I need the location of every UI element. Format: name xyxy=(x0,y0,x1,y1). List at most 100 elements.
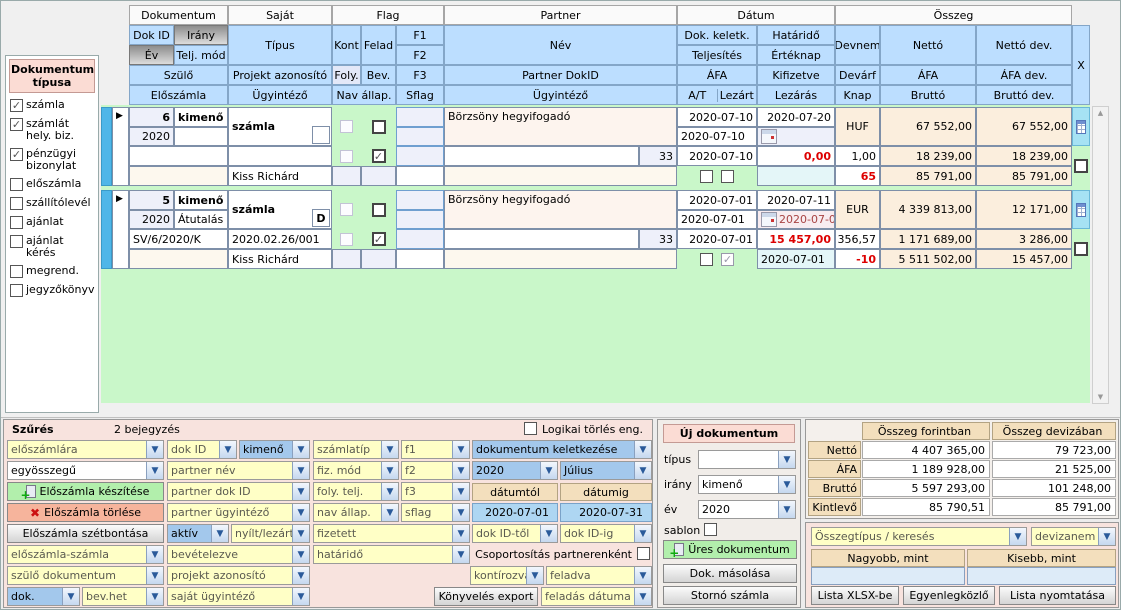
logical-delete-checkbox[interactable] xyxy=(524,422,537,435)
col-header-hatarido[interactable]: Határidő xyxy=(757,25,835,45)
calendar-icon[interactable] xyxy=(761,212,777,227)
doc-type-item[interactable]: számla xyxy=(10,99,94,112)
felad-checkbox[interactable] xyxy=(372,120,386,134)
checkbox[interactable] xyxy=(10,178,23,191)
col-header-telj-mod[interactable]: Telj. mód xyxy=(174,45,228,65)
szamlatip-dropdown[interactable]: számlatíp▼ xyxy=(313,440,399,459)
felad-checkbox[interactable] xyxy=(372,203,386,217)
col-header-ugyintezo[interactable]: Ügyintéző xyxy=(228,85,332,105)
egyenlegkozlo-button[interactable]: Egyenlegközlő xyxy=(903,586,995,605)
bev-het-dropdown[interactable]: bev.het▼ xyxy=(82,587,164,606)
col-header-afa-dev[interactable]: ÁFA dev. xyxy=(976,65,1072,85)
dok-id-to-dropdown[interactable]: dok ID-ig▼ xyxy=(560,524,652,543)
col-header-afa-datum[interactable]: ÁFA xyxy=(677,65,757,85)
nav-allap-dropdown[interactable]: nav állap.▼ xyxy=(313,503,399,522)
row-detail-button[interactable] xyxy=(1072,190,1090,229)
eloszamla-szamla-dropdown[interactable]: előszámla-számla▼ xyxy=(7,545,164,564)
bev-checkbox[interactable] xyxy=(372,232,386,246)
checkbox[interactable] xyxy=(10,235,23,248)
new-doc-irany-dropdown[interactable]: kimenő▼ xyxy=(698,475,796,494)
foly-telj-dropdown[interactable]: foly. telj.▼ xyxy=(313,482,399,501)
checkbox[interactable] xyxy=(10,99,23,112)
col-header-partner-ugyintezo[interactable]: Ügyintéző xyxy=(444,85,677,105)
sflag-dropdown[interactable]: sflag▼ xyxy=(401,503,470,522)
col-header-irany[interactable]: Irány xyxy=(174,25,228,45)
fizetett-dropdown[interactable]: fizetett▼ xyxy=(313,524,470,543)
col-header-f3[interactable]: F3 xyxy=(396,65,444,85)
partner-ugyintezo-dropdown[interactable]: partner ügyintéző▼ xyxy=(167,503,310,522)
doc-type-item[interactable]: pénzügyi bizonylat xyxy=(10,148,94,172)
hatarido-dropdown[interactable]: határidő▼ xyxy=(313,545,470,564)
checkbox[interactable] xyxy=(10,118,23,131)
checkbox[interactable] xyxy=(10,284,23,297)
col-header-projekt[interactable]: Projekt azonosító xyxy=(228,65,332,85)
lezart-checkbox[interactable] xyxy=(721,253,734,266)
feladva-dropdown[interactable]: feladva▼ xyxy=(546,566,652,585)
foly-checkbox[interactable] xyxy=(340,233,353,246)
irany-filter-dropdown[interactable]: kimenő▼ xyxy=(239,440,310,459)
col-header-szulo[interactable]: Szülő xyxy=(129,65,228,85)
partner-dok-id-dropdown[interactable]: partner dok ID▼ xyxy=(167,482,310,501)
col-header-at[interactable]: A/T xyxy=(678,89,717,102)
partner-nev-dropdown[interactable]: partner név▼ xyxy=(167,461,310,480)
eloszamla-torlese-button[interactable]: ✖Előszámla törlése xyxy=(7,503,164,522)
checkbox[interactable] xyxy=(10,216,23,229)
col-header-teljesites[interactable]: Teljesítés xyxy=(677,45,757,65)
egyosszegu-dropdown[interactable]: egyösszegű▼ xyxy=(7,461,164,480)
col-header-knap[interactable]: Knap xyxy=(835,85,880,105)
col-header-f1[interactable]: F1 xyxy=(396,25,444,45)
fiz-mod-dropdown[interactable]: fiz. mód▼ xyxy=(313,461,399,480)
eloszamlara-dropdown[interactable]: előszámlára▼ xyxy=(7,440,164,459)
row-select-checkbox[interactable] xyxy=(1074,159,1088,173)
col-header-eloszamla[interactable]: Előszámla xyxy=(129,85,228,105)
col-header-kont[interactable]: Kont xyxy=(332,25,361,65)
col-header-netto[interactable]: Nettó xyxy=(880,25,976,65)
nyilt-lezart-dropdown[interactable]: nyílt/lezárt▼ xyxy=(231,524,310,543)
date-from-input[interactable]: 2020-07-01 xyxy=(472,503,558,522)
dok-id-dropdown[interactable]: dok ID▼ xyxy=(167,440,237,459)
dok-dropdown[interactable]: dok.▼ xyxy=(7,587,80,606)
at-checkbox[interactable] xyxy=(700,253,713,266)
bevetelezve-dropdown[interactable]: bevételezve▼ xyxy=(167,545,310,564)
sablon-checkbox[interactable] xyxy=(704,523,717,536)
new-doc-tipus-dropdown[interactable]: ▼ xyxy=(698,450,796,469)
kontirozva-dropdown[interactable]: kontírozva▼ xyxy=(470,566,544,585)
col-header-lezaras[interactable]: Lezárás xyxy=(757,85,835,105)
doc-type-item[interactable]: jegyzőkönyv xyxy=(10,284,94,297)
date-mode-dropdown[interactable]: dokumentum keletkezése▼ xyxy=(472,440,652,459)
devizanem-dropdown[interactable]: devizanem▼ xyxy=(1031,527,1116,546)
calendar-icon[interactable] xyxy=(761,129,777,144)
f3-dropdown[interactable]: f3▼ xyxy=(401,482,470,501)
col-header-erteknap[interactable]: Értéknap xyxy=(757,45,835,65)
kont-checkbox[interactable] xyxy=(340,120,353,133)
doc-type-item[interactable]: szállítólevél xyxy=(10,197,94,210)
doc-type-item[interactable]: ajánlat xyxy=(10,216,94,229)
szulo-dokumentum-dropdown[interactable]: szülő dokumentum▼ xyxy=(7,566,164,585)
aktiv-dropdown[interactable]: aktív▼ xyxy=(167,524,229,543)
osszegtipus-dropdown[interactable]: Összegtípus / keresés▼ xyxy=(811,527,1027,546)
col-header-kifizetve[interactable]: Kifizetve xyxy=(757,65,835,85)
checkbox[interactable] xyxy=(10,265,23,278)
col-header-lezart[interactable]: Lezárt xyxy=(717,89,757,102)
col-header-sflag[interactable]: Sflag xyxy=(396,85,444,105)
lista-nyomtatasa-button[interactable]: Lista nyomtatása xyxy=(999,586,1116,605)
month-dropdown[interactable]: Július▼ xyxy=(560,461,652,480)
eloszamla-szetbontasa-button[interactable]: Előszámla szétbontása xyxy=(7,524,164,543)
dok-id-from-dropdown[interactable]: dok ID-től▼ xyxy=(472,524,558,543)
row-marker-arrow-icon[interactable]: ▶ xyxy=(112,190,129,269)
ures-dokumentum-button[interactable]: +Üres dokumentum xyxy=(663,540,797,559)
bev-checkbox[interactable] xyxy=(372,149,386,163)
col-header-nev[interactable]: Név xyxy=(444,25,677,65)
table-row[interactable]: ▶ 5 kimenő számlaD Börzsöny hegyifogadó … xyxy=(101,190,1090,269)
projekt-azonosito-dropdown[interactable]: projekt azonosító▼ xyxy=(167,566,310,585)
eloszamla-keszitese-button[interactable]: +Előszámla készítése xyxy=(7,482,164,501)
cell-erteknap[interactable]: 2020-07-01 xyxy=(757,210,835,229)
row-marker-arrow-icon[interactable]: ▶ xyxy=(112,107,129,186)
f2-dropdown[interactable]: f2▼ xyxy=(401,461,470,480)
col-header-brutto[interactable]: Bruttó xyxy=(880,85,976,105)
checkbox[interactable] xyxy=(10,197,23,210)
feladas-datuma-dropdown[interactable]: feladás dátuma▼ xyxy=(541,587,652,606)
col-header-at-lezart[interactable]: A/TLezárt xyxy=(677,85,757,105)
col-header-netto-dev[interactable]: Nettó dev. xyxy=(976,25,1072,65)
col-header-f2[interactable]: F2 xyxy=(396,45,444,65)
